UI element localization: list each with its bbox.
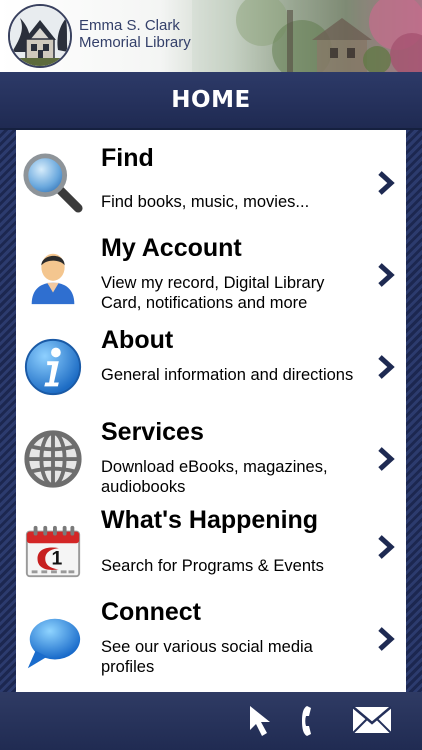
menu-item-description: Find books, music, movies... <box>101 193 310 211</box>
library-photo <box>192 0 422 72</box>
calendar-icon: 1 <box>25 525 81 578</box>
magnifier-icon <box>23 153 83 213</box>
main-menu: Find Find books, music, movies... My Acc… <box>16 130 406 692</box>
user-icon <box>31 253 75 305</box>
left-border-stripe <box>0 130 16 692</box>
title-bar: HOME <box>0 72 422 130</box>
chevron-right-icon <box>378 355 395 379</box>
menu-item-description: View my record, Digital Library Card, no… <box>101 274 325 312</box>
menu-item-description: Search for Programs & Events <box>101 557 324 575</box>
menu-item-title: Services <box>101 418 204 446</box>
chevron-right-icon <box>378 535 395 559</box>
chevron-right-icon <box>378 171 395 195</box>
menu-item-find[interactable]: Find Find books, music, movies... <box>16 134 406 226</box>
svg-text:1: 1 <box>51 548 62 570</box>
menu-item-whats-happening[interactable]: 1 What's Happening Search for Programs &… <box>16 502 406 594</box>
speech-bubble-icon <box>27 618 81 669</box>
mail-icon[interactable] <box>351 704 393 736</box>
phone-icon[interactable] <box>300 704 322 738</box>
menu-item-title: About <box>101 326 174 354</box>
chevron-right-icon <box>378 627 395 651</box>
menu-item-description: General information and directions <box>101 366 354 384</box>
menu-item-title: What's Happening <box>101 506 319 534</box>
menu-item-title: Connect <box>101 598 201 626</box>
menu-item-description: See our various social media profiles <box>101 638 313 676</box>
cursor-icon[interactable] <box>246 704 276 738</box>
menu-item-title: Find <box>101 144 154 172</box>
menu-item-services[interactable]: Services Download eBooks, magazines, aud… <box>16 410 406 502</box>
page-title: HOME <box>171 87 251 113</box>
library-name-line2: Memorial Library <box>79 34 191 51</box>
menu-item-title: My Account <box>101 234 242 262</box>
menu-item-connect[interactable]: Connect See our various social media pro… <box>16 594 406 686</box>
library-name: Emma S. Clark Memorial Library <box>79 17 191 51</box>
menu-item-description: Download eBooks, magazines, audiobooks <box>101 458 328 496</box>
menu-item-my-account[interactable]: My Account View my record, Digital Libra… <box>16 226 406 318</box>
right-border-stripe <box>406 130 422 692</box>
globe-icon <box>24 430 82 488</box>
library-building-icon <box>10 6 70 66</box>
bottom-toolbar <box>0 692 422 750</box>
info-icon <box>24 338 82 396</box>
chevron-right-icon <box>378 263 395 287</box>
header-banner: Emma S. Clark Memorial Library <box>0 0 422 72</box>
chevron-right-icon <box>378 447 395 471</box>
library-logo <box>8 4 72 68</box>
menu-item-about[interactable]: About General information and directions <box>16 318 406 410</box>
library-name-line1: Emma S. Clark <box>79 17 180 34</box>
